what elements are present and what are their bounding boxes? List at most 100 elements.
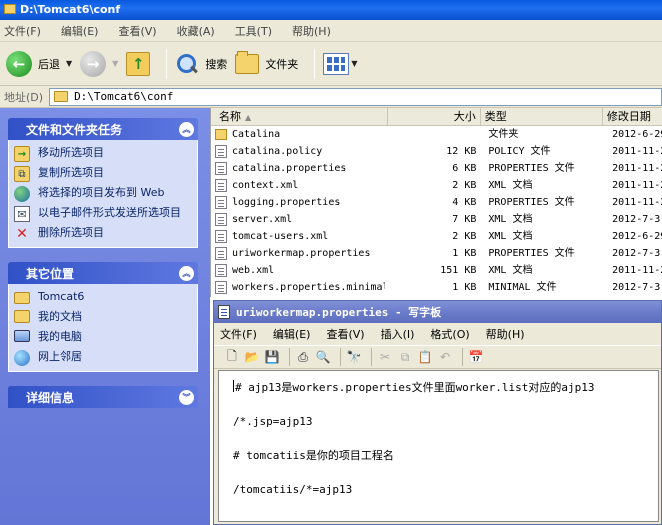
up-button[interactable]: ↑ [126, 51, 151, 76]
place-network[interactable]: 网上邻居 [14, 347, 193, 367]
address-input[interactable]: D:\Tomcat6\conf [49, 87, 662, 106]
file-type: XML 文档 [488, 180, 533, 191]
file-date: 2011-11-2 [612, 265, 662, 276]
wp-menu-edit[interactable]: 编辑(E) [273, 326, 311, 342]
file-name-cell: context.xml [211, 177, 389, 194]
collapse-icon[interactable]: ︽ [179, 121, 194, 137]
file-size: 2 KB [452, 180, 477, 191]
menu-favorites[interactable]: 收藏(A) [177, 23, 215, 39]
file-row[interactable]: workers.properties.minimal 1 KB MINIMAL 文件… [211, 279, 662, 296]
window-title-bar[interactable]: D:\Tomcat6\conf [0, 0, 662, 20]
views-button[interactable]: ▼ [323, 52, 357, 75]
file-row[interactable]: catalina.policy 12 KB POLICY 文件 2011-11-2 [211, 143, 662, 160]
cut-icon[interactable]: ✂ [377, 349, 393, 365]
wp-menu-file[interactable]: 文件(F) [220, 326, 257, 342]
wp-menu-format[interactable]: 格式(O) [430, 326, 469, 342]
wp-menu-help[interactable]: 帮助(H) [486, 326, 525, 342]
file-name: context.xml [232, 180, 299, 191]
back-button[interactable]: ← 后退 ▼ [6, 50, 72, 77]
column-name-label: 名称 [219, 110, 241, 123]
file-row[interactable]: web.xml 151 KB XML 文档 2011-11-2 [211, 262, 662, 279]
expand-icon[interactable]: ︾ [179, 389, 194, 405]
views-dropdown-icon[interactable]: ▼ [351, 59, 357, 68]
task-copy[interactable]: 复制所选项目 [14, 163, 193, 183]
file-name-cell: logging.properties [211, 194, 389, 211]
place-tomcat6[interactable]: Tomcat6 [14, 287, 193, 307]
column-size[interactable]: 大小 [388, 108, 481, 126]
file-row[interactable]: Catalina 文件夹 2012-6-29 [211, 126, 662, 143]
file-type: PROPERTIES 文件 [488, 248, 575, 259]
menu-tools[interactable]: 工具(T) [235, 23, 272, 39]
file-row[interactable]: uriworkermap.properties 1 KB PROPERTIES 文件… [211, 245, 662, 262]
print-icon[interactable]: ⎙ [295, 349, 311, 365]
file-row[interactable]: context.xml 2 KB XML 文档 2011-11-2 [211, 177, 662, 194]
details-header[interactable]: 详细信息 ︾ [8, 386, 198, 408]
task-move[interactable]: 移动所选项目 [14, 143, 193, 163]
column-name[interactable]: 名称 ▲ [211, 108, 389, 126]
folders-icon [235, 50, 260, 74]
file-tasks-header[interactable]: 文件和文件夹任务 ︽ [8, 118, 198, 140]
forward-dropdown-icon[interactable]: ▼ [112, 59, 118, 68]
menu-view[interactable]: 查看(V) [118, 23, 156, 39]
file-date: 2011-11-2 [612, 180, 662, 191]
file-name-cell: web.xml [211, 262, 389, 279]
folder-icon [4, 4, 16, 14]
back-dropdown-icon[interactable]: ▼ [66, 59, 72, 68]
other-places-header[interactable]: 其它位置 ︽ [8, 262, 198, 284]
menu-edit[interactable]: 编辑(E) [61, 23, 99, 39]
network-icon [14, 350, 30, 366]
file-size: 1 KB [452, 248, 477, 259]
wp-menu-view[interactable]: 查看(V) [326, 326, 364, 342]
new-document-icon[interactable]: 🗋 [224, 349, 240, 365]
task-email[interactable]: 以电子邮件形式发送所选项目 [14, 203, 193, 223]
copy-icon[interactable]: ⧉ [397, 349, 413, 365]
file-row[interactable]: server.xml 7 KB XML 文档 2012-7-3 [211, 211, 662, 228]
file-name: catalina.properties [232, 163, 347, 174]
file-row[interactable]: catalina.properties 6 KB PROPERTIES 文件 2011… [211, 160, 662, 177]
open-folder-icon[interactable]: 📂 [244, 349, 260, 365]
task-copy-label: 复制所选项目 [38, 166, 104, 179]
place-my-computer[interactable]: 我的电脑 [14, 327, 193, 347]
forward-button[interactable]: → ▼ [80, 50, 118, 77]
task-publish-web[interactable]: 将选择的项目发布到 Web [14, 183, 193, 203]
file-list: 名称 ▲ 大小 类型 修改日期 Catalina 文件夹 2012-6-29 catal… [210, 108, 662, 297]
search-button[interactable]: 搜索 [175, 52, 227, 76]
document-line: # tomcatiis是你的项目工程名 [233, 449, 394, 462]
print-preview-icon[interactable]: 🔍 [315, 349, 331, 365]
file-type: XML 文档 [488, 265, 533, 276]
file-row[interactable]: logging.properties 4 KB PROPERTIES 文件 2011-… [211, 194, 662, 211]
column-type[interactable]: 类型 [481, 108, 603, 126]
search-icon [175, 52, 199, 76]
file-size: 6 KB [452, 163, 477, 174]
file-type: PROPERTIES 文件 [488, 163, 575, 174]
wp-menu-insert[interactable]: 插入(I) [381, 326, 415, 342]
file-date: 2011-11-2 [612, 197, 662, 208]
file-row[interactable]: tomcat-users.xml 2 KB XML 文档 2012-6-29 [211, 228, 662, 245]
date-time-icon[interactable]: 📅 [468, 349, 484, 365]
wordpad-title: uriworkermap.properties - 写字板 [236, 306, 442, 319]
column-type-label: 类型 [484, 110, 507, 123]
wordpad-window: uriworkermap.properties - 写字板 文件(F) 编辑(E… [213, 300, 662, 525]
place-my-documents[interactable]: 我的文档 [14, 307, 193, 327]
menu-file[interactable]: 文件(F) [4, 23, 41, 39]
task-delete-label: 删除所选项目 [38, 226, 104, 239]
collapse-icon[interactable]: ︽ [179, 265, 194, 281]
file-type: PROPERTIES 文件 [488, 197, 575, 208]
find-icon[interactable]: 🔭 [346, 349, 362, 365]
back-label: 后退 [38, 57, 60, 71]
move-icon [14, 146, 30, 162]
place-my-documents-label: 我的文档 [38, 310, 82, 323]
undo-icon[interactable]: ↶ [437, 349, 453, 365]
paste-icon[interactable]: 📋 [417, 349, 433, 365]
file-name-cell: Catalina [211, 126, 389, 143]
file-type: XML 文档 [488, 231, 533, 242]
folder-icon [215, 129, 227, 140]
folders-button[interactable]: 文件夹 [235, 50, 298, 74]
menu-help[interactable]: 帮助(H) [292, 23, 331, 39]
wordpad-document[interactable]: # ajp13是workers.properties文件里面worker.lis… [218, 370, 659, 522]
save-icon[interactable]: 💾 [264, 349, 280, 365]
file-date: 2011-11-2 [612, 146, 662, 157]
wordpad-title-bar[interactable]: uriworkermap.properties - 写字板 [214, 301, 661, 323]
column-date[interactable]: 修改日期 [603, 108, 662, 126]
task-delete[interactable]: 删除所选项目 [14, 223, 193, 243]
